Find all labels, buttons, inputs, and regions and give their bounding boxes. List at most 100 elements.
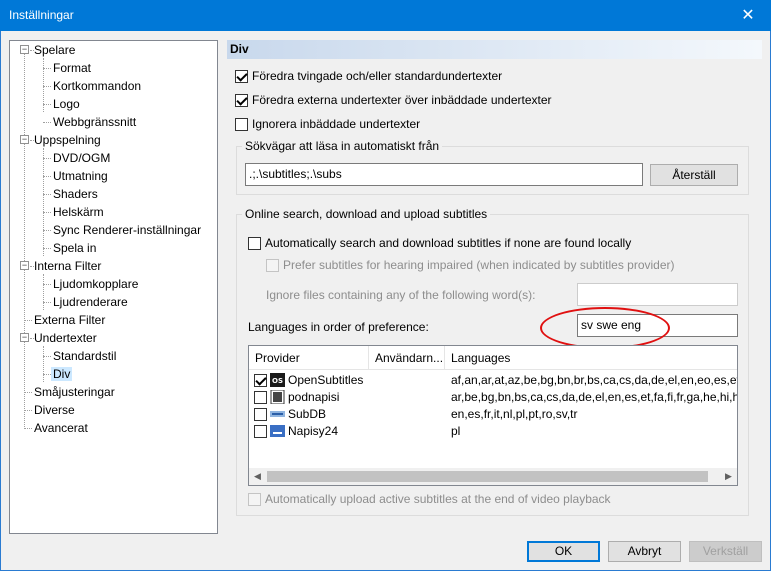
- prefer-external-checkbox[interactable]: Föredra externa undertexter över inbädda…: [235, 93, 552, 107]
- tree-item-kortkommandon[interactable]: Kortkommandon: [12, 77, 143, 95]
- provider-name: SubDB: [288, 407, 327, 421]
- settings-tree[interactable]: − Spelare Format Kortkommandon Logo Webb…: [9, 40, 218, 534]
- ignore-embedded-checkbox[interactable]: Ignorera inbäddade undertexter: [235, 117, 420, 131]
- tree-item-standardstil[interactable]: Standardstil: [12, 347, 118, 365]
- provider-checkbox[interactable]: [254, 408, 271, 421]
- tree-item-label: Interna Filter: [34, 259, 102, 273]
- ok-button[interactable]: OK: [527, 541, 600, 562]
- prefer-forced-checkbox[interactable]: Föredra tvingade och/eller standardunder…: [235, 69, 502, 83]
- provider-languages: ar,be,bg,bn,bs,ca,cs,da,de,el,en,es,et,f…: [451, 390, 737, 404]
- checkbox-box[interactable]: [266, 258, 279, 272]
- tree-item-helskarm[interactable]: Helskärm: [12, 203, 106, 221]
- tree-item-label: Standardstil: [53, 349, 117, 363]
- checkbox-box[interactable]: [254, 425, 267, 438]
- ignore-words-input[interactable]: [577, 283, 738, 306]
- collapse-icon[interactable]: −: [20, 333, 29, 342]
- scroll-left-icon[interactable]: ◀: [249, 468, 266, 485]
- auto-search-checkbox[interactable]: Automatically search and download subtit…: [248, 236, 631, 250]
- window-title: Inställningar: [9, 8, 74, 22]
- tree-item-externa-filter[interactable]: Externa Filter: [12, 311, 107, 329]
- tree-item-label: Spelare: [34, 43, 76, 57]
- checkbox-box[interactable]: [235, 117, 248, 131]
- checkbox-box[interactable]: [248, 236, 261, 250]
- tree-item-avancerat[interactable]: Avancerat: [12, 419, 90, 437]
- provider-checkbox[interactable]: [254, 374, 271, 387]
- autoload-paths-input[interactable]: .;.\subtitles;.\subs: [245, 163, 643, 186]
- prefer-hearing-impaired-checkbox[interactable]: Prefer subtitles for hearing impaired (w…: [266, 258, 675, 272]
- collapse-icon[interactable]: −: [20, 261, 29, 270]
- tree-item-label: Helskärm: [53, 205, 104, 219]
- highlight-ellipse: [540, 307, 670, 349]
- checkbox-box[interactable]: [235, 69, 248, 83]
- tree-item-label: Småjusteringar: [34, 385, 115, 399]
- checkbox-box[interactable]: [235, 93, 248, 107]
- page-title: Div: [227, 40, 762, 59]
- list-item[interactable]: SubDB en,es,fr,it,nl,pl,pt,ro,sv,tr: [249, 406, 737, 423]
- provider-languages: en,es,fr,it,nl,pl,pt,ro,sv,tr: [451, 407, 578, 421]
- subdb-icon: [270, 411, 285, 417]
- collapse-icon[interactable]: −: [20, 45, 29, 54]
- ignore-words-label: Ignore files containing any of the follo…: [266, 288, 536, 302]
- tree-item-label: Externa Filter: [34, 313, 106, 327]
- close-icon[interactable]: ✕: [725, 0, 771, 31]
- tree-item-spela-in[interactable]: Spela in: [12, 239, 98, 257]
- tree-item-label: Webbgränssnitt: [53, 115, 137, 129]
- provider-checkbox[interactable]: [254, 391, 271, 404]
- cancel-button[interactable]: Avbryt: [608, 541, 681, 562]
- tree-item-ljudomkopplare[interactable]: Ljudomkopplare: [12, 275, 140, 293]
- tree-item-sync-renderer[interactable]: Sync Renderer-inställningar: [12, 221, 203, 239]
- provider-checkbox[interactable]: [254, 425, 271, 438]
- provider-languages: af,an,ar,at,az,be,bg,bn,br,bs,ca,cs,da,d…: [451, 373, 737, 387]
- checkbox-label: Automatically search and download subtit…: [265, 236, 632, 250]
- tree-item-ljudrenderare[interactable]: Ljudrenderare: [12, 293, 130, 311]
- tree-item-diverse[interactable]: Diverse: [12, 401, 77, 419]
- tree-item-dvd-ogm[interactable]: DVD/OGM: [12, 149, 112, 167]
- column-header-provider[interactable]: Provider: [249, 346, 369, 370]
- tree-item-label: Div: [51, 367, 73, 381]
- tree-item-format[interactable]: Format: [12, 59, 93, 77]
- tree-item-label: Format: [53, 61, 92, 75]
- tree-item-webbgranssnitt[interactable]: Webbgränssnitt: [12, 113, 138, 131]
- checkbox-label: Ignorera inbäddade undertexter: [252, 117, 421, 131]
- provider-list[interactable]: Provider Användarn... Languages OS OpenS…: [248, 345, 738, 486]
- tree-item-label: Undertexter: [34, 331, 97, 345]
- group-legend: Sökvägar att läsa in automatiskt från: [245, 139, 440, 153]
- apply-button[interactable]: Verkställ: [689, 541, 762, 562]
- tree-item-shaders[interactable]: Shaders: [12, 185, 100, 203]
- tree-item-label: Sync Renderer-inställningar: [53, 223, 202, 237]
- svg-text:OS: OS: [272, 377, 283, 385]
- tree-item-uppspelning[interactable]: − Uppspelning: [12, 131, 103, 149]
- provider-name: Napisy24: [288, 424, 339, 438]
- scroll-right-icon[interactable]: ▶: [720, 468, 737, 485]
- tree-item-smajusteringar[interactable]: Småjusteringar: [12, 383, 117, 401]
- column-header-user[interactable]: Användarn...: [369, 346, 445, 370]
- tree-item-label: Ljudomkopplare: [53, 277, 139, 291]
- checkbox-box[interactable]: [254, 374, 267, 387]
- tree-item-label: Shaders: [53, 187, 98, 201]
- checkbox-box[interactable]: [248, 492, 261, 506]
- group-legend: Online search, download and upload subti…: [245, 207, 488, 221]
- podnapisi-icon: [270, 390, 285, 404]
- checkbox-box[interactable]: [254, 408, 267, 421]
- tree-item-utmatning[interactable]: Utmatning: [12, 167, 110, 185]
- column-header-languages[interactable]: Languages: [445, 346, 737, 370]
- tree-item-div[interactable]: Div: [12, 365, 73, 383]
- horizontal-scrollbar[interactable]: ◀ ▶: [249, 468, 737, 485]
- tree-item-interna-filter[interactable]: − Interna Filter: [12, 257, 103, 275]
- tree-item-logo[interactable]: Logo: [12, 95, 82, 113]
- provider-name: podnapisi: [288, 390, 340, 404]
- checkbox-box[interactable]: [254, 391, 267, 404]
- provider-name: OpenSubtitles: [288, 373, 364, 387]
- tree-item-label: Ljudrenderare: [53, 295, 128, 309]
- tree-item-spelare[interactable]: − Spelare: [12, 41, 77, 59]
- auto-upload-checkbox[interactable]: Automatically upload active subtitles at…: [248, 492, 611, 506]
- list-item[interactable]: Napisy24 pl: [249, 423, 737, 440]
- tree-item-label: Diverse: [34, 403, 75, 417]
- opensubtitles-icon: OS: [270, 373, 285, 387]
- list-item[interactable]: podnapisi ar,be,bg,bn,bs,ca,cs,da,de,el,…: [249, 389, 737, 406]
- reset-button[interactable]: Återställ: [650, 164, 738, 186]
- collapse-icon[interactable]: −: [20, 135, 29, 144]
- scrollbar-thumb[interactable]: [267, 471, 708, 482]
- list-item[interactable]: OS OpenSubtitles af,an,ar,at,az,be,bg,bn…: [249, 372, 737, 389]
- tree-item-undertexter[interactable]: − Undertexter: [12, 329, 99, 347]
